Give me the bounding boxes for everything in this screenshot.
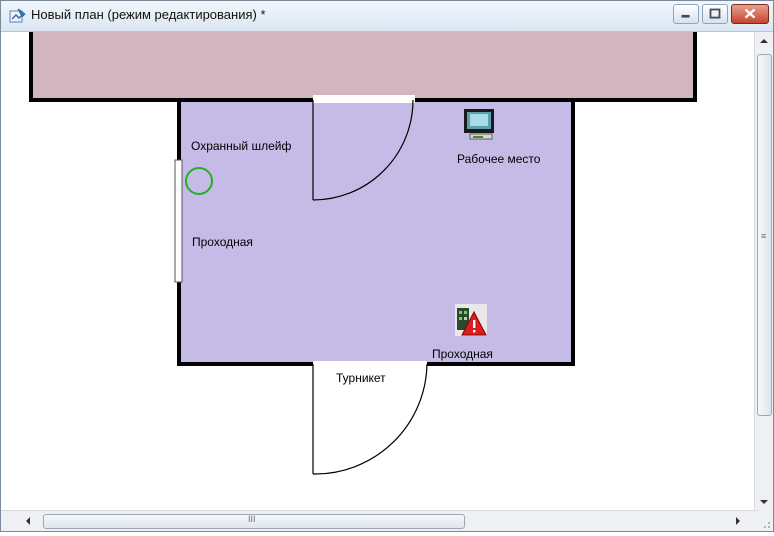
plan-canvas[interactable]: Охранный шлейф Рабочее место Проходная П… bbox=[5, 32, 756, 510]
scroll-left-icon[interactable] bbox=[19, 512, 37, 530]
resize-grip[interactable] bbox=[755, 511, 773, 531]
plan-editor-window: Новый план (режим редактирования) * Охра… bbox=[0, 0, 774, 532]
minimize-button[interactable] bbox=[673, 4, 699, 24]
security-loop-label: Охранный шлейф bbox=[191, 139, 292, 153]
vertical-scroll-thumb[interactable]: ≡ bbox=[757, 54, 772, 416]
passage-device-label: Проходная bbox=[432, 347, 493, 361]
workstation-label: Рабочее место bbox=[457, 152, 541, 166]
turnstile-label: Турникет bbox=[336, 371, 386, 385]
top-corridor bbox=[29, 32, 697, 102]
scroll-up-icon[interactable] bbox=[755, 32, 773, 50]
maximize-button[interactable] bbox=[702, 4, 728, 24]
title-bar[interactable]: Новый план (режим редактирования) * bbox=[1, 1, 773, 32]
vertical-scrollbar[interactable]: ≡ bbox=[754, 32, 773, 511]
resize-grip-icon bbox=[764, 522, 770, 528]
caption-buttons bbox=[673, 4, 769, 26]
plan-editor-app-icon bbox=[9, 8, 27, 24]
minimize-icon bbox=[681, 14, 690, 18]
passage-gate[interactable] bbox=[174, 159, 183, 283]
floor-plan bbox=[29, 32, 697, 475]
passage-left-label: Проходная bbox=[192, 235, 253, 249]
bottom-door-opening bbox=[313, 361, 427, 367]
close-icon bbox=[744, 8, 756, 19]
maximize-icon bbox=[709, 8, 721, 19]
scroll-right-icon[interactable] bbox=[729, 512, 747, 530]
close-button[interactable] bbox=[731, 4, 769, 24]
vertical-thumb-grip: ≡ bbox=[761, 231, 767, 241]
horizontal-thumb-grip: III bbox=[248, 514, 256, 524]
scroll-down-icon[interactable] bbox=[755, 493, 773, 511]
access-controller-icon[interactable] bbox=[455, 304, 487, 336]
top-door-opening bbox=[313, 95, 415, 103]
horizontal-scroll-thumb[interactable]: III bbox=[43, 514, 465, 529]
window-title: Новый план (режим редактирования) * bbox=[31, 7, 266, 22]
horizontal-scrollbar[interactable]: III bbox=[1, 510, 757, 531]
